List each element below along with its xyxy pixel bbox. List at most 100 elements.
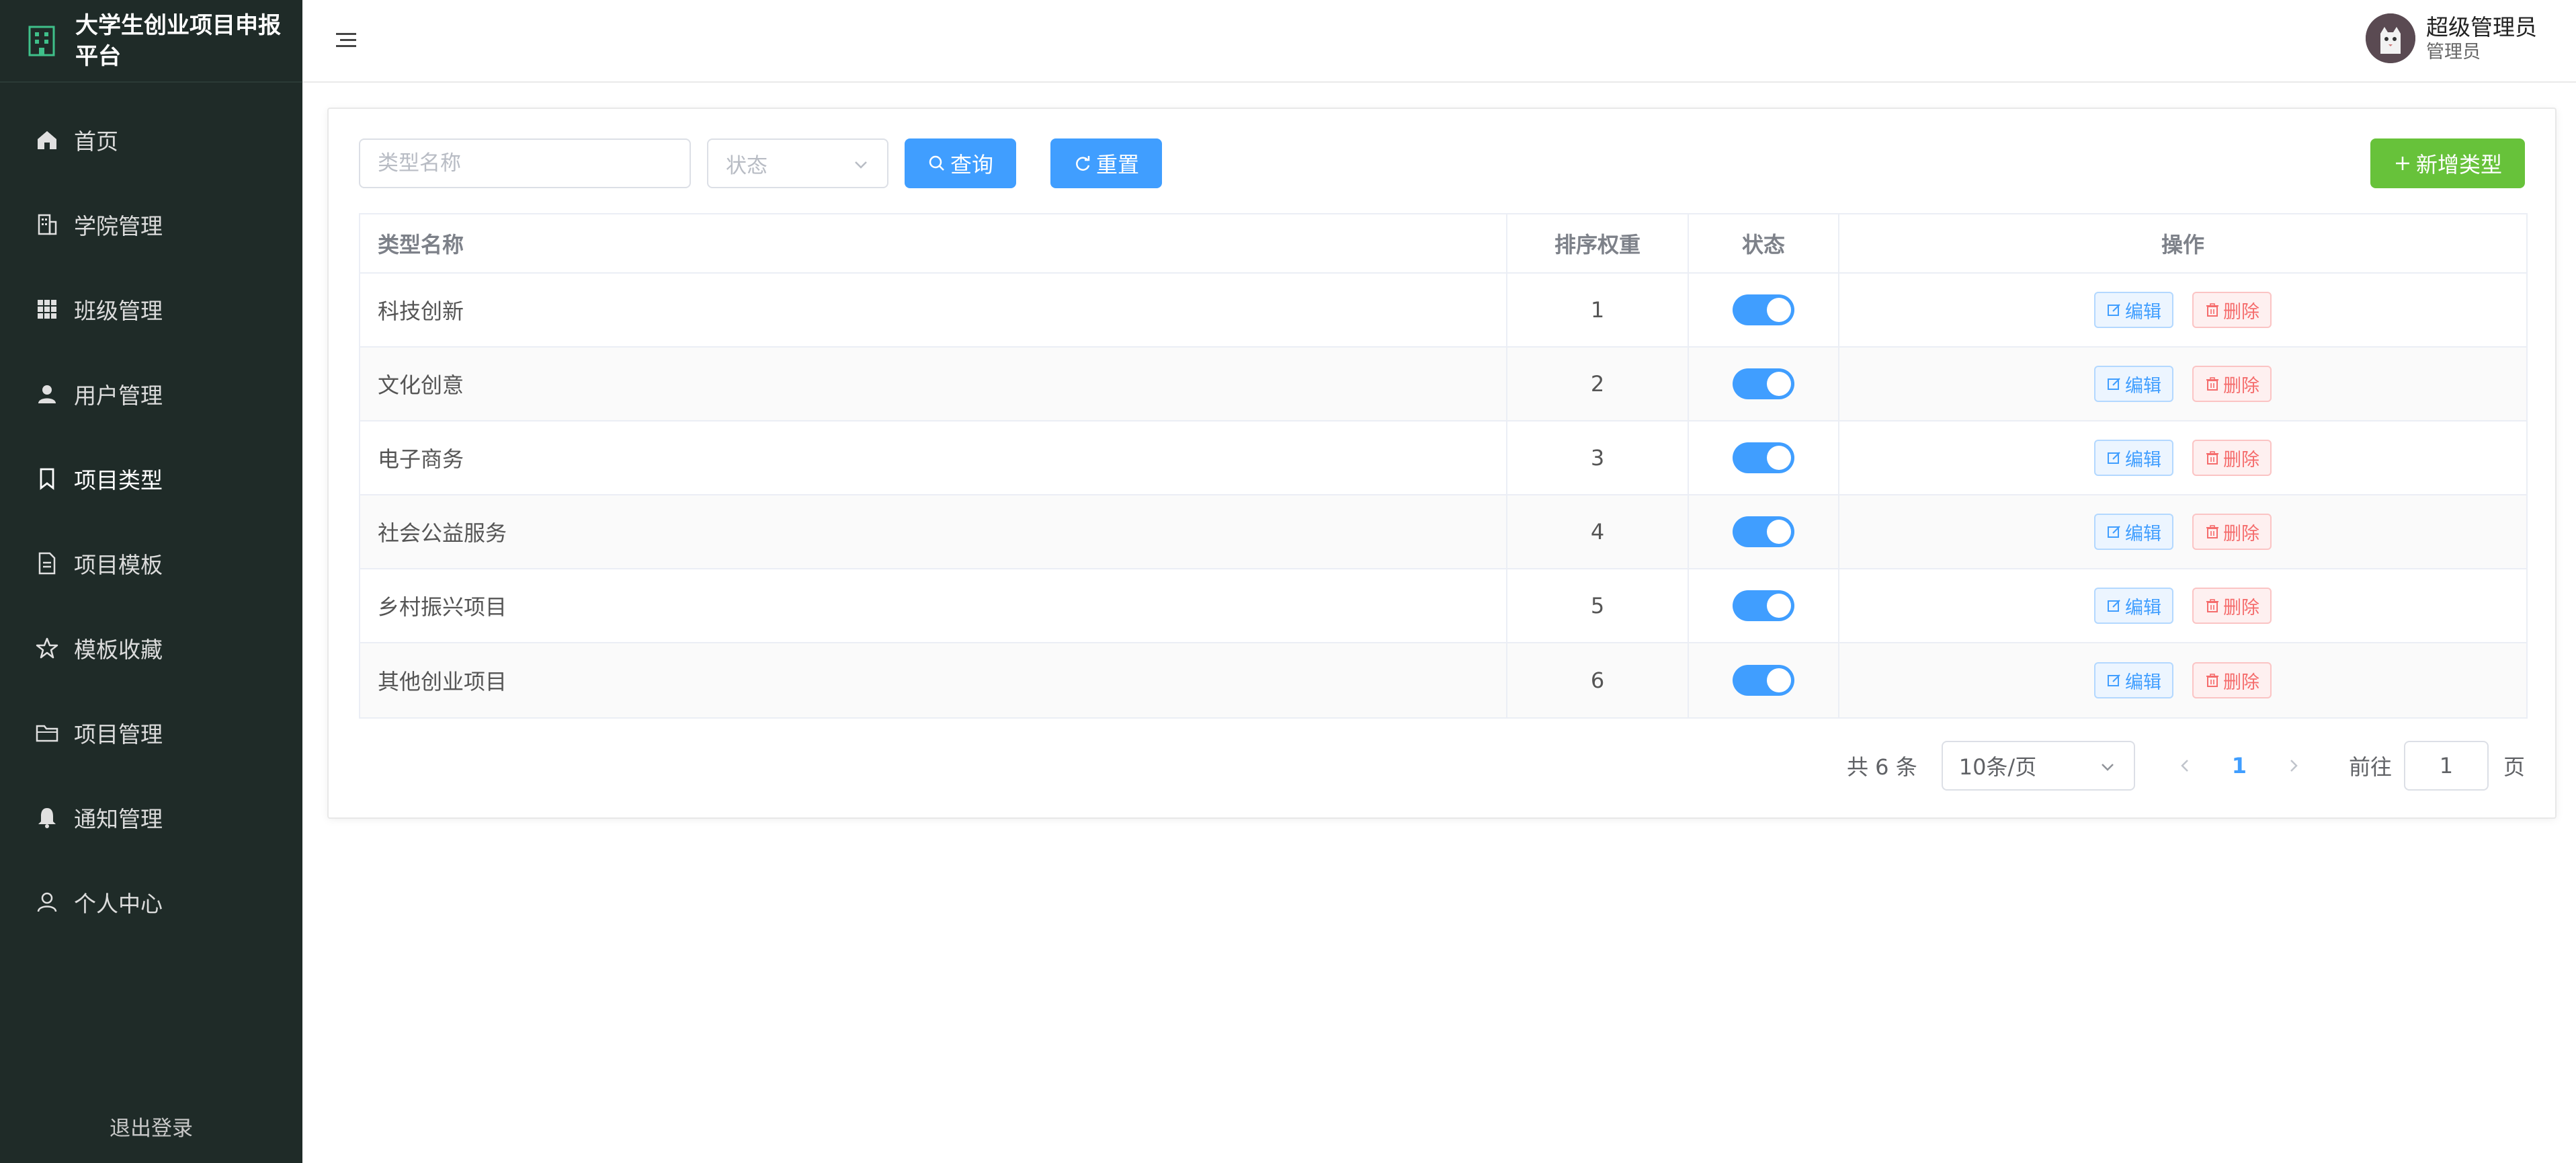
- sidebar-item-users[interactable]: 用户管理: [0, 352, 302, 436]
- add-type-button[interactable]: 新增类型: [2370, 138, 2525, 188]
- table-body: 科技创新 1 编辑 删除 文化创意 2 编辑 删除 电子商务 3 编辑 删除 社…: [360, 274, 2526, 717]
- status-toggle[interactable]: [1733, 516, 1794, 547]
- trash-icon: [2206, 525, 2218, 538]
- prev-page-icon[interactable]: [2177, 757, 2194, 774]
- edit-icon: [2108, 452, 2120, 464]
- status-cell: [1689, 495, 1839, 568]
- column-header-actions[interactable]: 操作: [1839, 214, 2526, 272]
- status-cell: [1689, 569, 1839, 642]
- next-page-icon[interactable]: [2284, 757, 2302, 774]
- table-row: 电子商务 3 编辑 删除: [360, 422, 2526, 495]
- weight-cell: 3: [1507, 422, 1689, 494]
- status-toggle[interactable]: [1733, 294, 1794, 325]
- sidebar-item-class[interactable]: 班级管理: [0, 267, 302, 352]
- status-toggle[interactable]: [1733, 665, 1794, 696]
- bookmark-icon: [40, 468, 54, 490]
- edit-button-label: 编辑: [2125, 301, 2161, 323]
- status-toggle[interactable]: [1733, 442, 1794, 473]
- edit-button[interactable]: 编辑: [2094, 292, 2173, 328]
- status-toggle[interactable]: [1733, 590, 1794, 621]
- toggle-knob: [1767, 298, 1791, 322]
- actions-cell: 编辑 删除: [1839, 569, 2526, 642]
- edit-icon: [2108, 526, 2120, 538]
- weight-cell: 4: [1507, 495, 1689, 568]
- user-role: 管理员: [2426, 42, 2481, 63]
- app-title: 大学生创业项目申报平台: [75, 11, 281, 70]
- goto-page-input[interactable]: [2403, 741, 2489, 791]
- edit-button-label: 编辑: [2125, 672, 2161, 693]
- type-name: 文化创意: [378, 372, 464, 398]
- edit-button[interactable]: 编辑: [2094, 366, 2173, 402]
- menu-toggle-icon[interactable]: [335, 29, 358, 52]
- sort-weight: 1: [1590, 297, 1605, 323]
- logout-button[interactable]: 退出登录: [0, 1111, 302, 1141]
- edit-button[interactable]: 编辑: [2094, 440, 2173, 476]
- toggle-knob: [1767, 594, 1791, 618]
- sidebar-item-profile[interactable]: 个人中心: [0, 860, 302, 945]
- type-name: 社会公益服务: [378, 520, 507, 546]
- delete-button-label: 删除: [2223, 375, 2259, 397]
- column-header-weight[interactable]: 排序权重: [1507, 214, 1689, 272]
- delete-button[interactable]: 删除: [2192, 440, 2272, 476]
- status-cell: [1689, 422, 1839, 494]
- search-button[interactable]: 查询: [905, 138, 1016, 188]
- toggle-knob: [1767, 520, 1791, 544]
- sort-weight: 4: [1590, 519, 1605, 545]
- sidebar-item-home[interactable]: 首页: [0, 97, 302, 182]
- chevron-down-icon: [855, 161, 867, 169]
- type-name-cell: 科技创新: [360, 274, 1507, 346]
- status-select[interactable]: 状态: [707, 138, 888, 188]
- delete-button[interactable]: 删除: [2192, 366, 2272, 402]
- page-number-current[interactable]: 1: [2232, 753, 2247, 778]
- reset-button[interactable]: 重置: [1050, 138, 1162, 188]
- refresh-icon: [1076, 156, 1090, 171]
- weight-cell: 6: [1507, 643, 1689, 717]
- edit-button-label: 编辑: [2125, 449, 2161, 471]
- edit-button[interactable]: 编辑: [2094, 588, 2173, 624]
- trash-icon: [2206, 451, 2218, 465]
- actions-cell: 编辑 删除: [1839, 422, 2526, 494]
- brand: 大学生创业项目申报平台: [0, 0, 302, 83]
- sidebar-item-templates[interactable]: 项目模板: [0, 521, 302, 606]
- type-name-cell: 其他创业项目: [360, 643, 1507, 717]
- avatar[interactable]: [2366, 13, 2415, 63]
- filter-toolbar: 状态 查询 重置 新增类型: [359, 138, 2525, 188]
- delete-button[interactable]: 删除: [2192, 292, 2272, 328]
- user-name: 超级管理员: [2426, 14, 2537, 40]
- grid-icon: [38, 300, 56, 319]
- type-name: 电子商务: [378, 446, 464, 472]
- delete-button[interactable]: 删除: [2192, 662, 2272, 698]
- status-cell: [1689, 274, 1839, 346]
- status-toggle[interactable]: [1733, 368, 1794, 399]
- column-header-status[interactable]: 状态: [1689, 214, 1839, 272]
- user-menu[interactable]: 超级管理员 管理员: [2366, 13, 2537, 63]
- sort-weight: 6: [1590, 668, 1605, 693]
- table-row: 其他创业项目 6 编辑 删除: [360, 643, 2526, 717]
- delete-button[interactable]: 删除: [2192, 588, 2272, 624]
- sort-weight: 5: [1590, 593, 1605, 618]
- edit-button[interactable]: 编辑: [2094, 662, 2173, 698]
- edit-button-label: 编辑: [2125, 597, 2161, 618]
- sidebar-item-projects[interactable]: 项目管理: [0, 690, 302, 775]
- status-select-placeholder: 状态: [726, 153, 767, 178]
- column-header-name[interactable]: 类型名称: [360, 214, 1507, 272]
- sidebar-item-project-types[interactable]: 项目类型: [0, 436, 302, 521]
- table-row: 乡村振兴项目 5 编辑 删除: [360, 569, 2526, 643]
- edit-icon: [2108, 304, 2120, 316]
- pagination-total: 共 6 条: [1846, 754, 1917, 780]
- weight-cell: 1: [1507, 274, 1689, 346]
- user-icon: [38, 385, 56, 403]
- sidebar-item-college[interactable]: 学院管理: [0, 182, 302, 267]
- type-name-input[interactable]: [359, 138, 691, 188]
- delete-button-label: 删除: [2223, 301, 2259, 323]
- sidebar-item-notifications[interactable]: 通知管理: [0, 775, 302, 860]
- sidebar-menu: 首页 学院管理 班级管理 用户管理 项目类型 项目模板 模板收藏 项目管理 通知…: [0, 97, 302, 945]
- edit-button[interactable]: 编辑: [2094, 514, 2173, 550]
- building-logo-icon: [28, 26, 55, 56]
- actions-cell: 编辑 删除: [1839, 274, 2526, 346]
- sidebar-item-label: 项目类型: [74, 467, 163, 493]
- delete-button[interactable]: 删除: [2192, 514, 2272, 550]
- sidebar-item-favorites[interactable]: 模板收藏: [0, 606, 302, 690]
- edit-icon: [2108, 600, 2120, 612]
- page-size-select[interactable]: 10条/页: [1941, 741, 2135, 791]
